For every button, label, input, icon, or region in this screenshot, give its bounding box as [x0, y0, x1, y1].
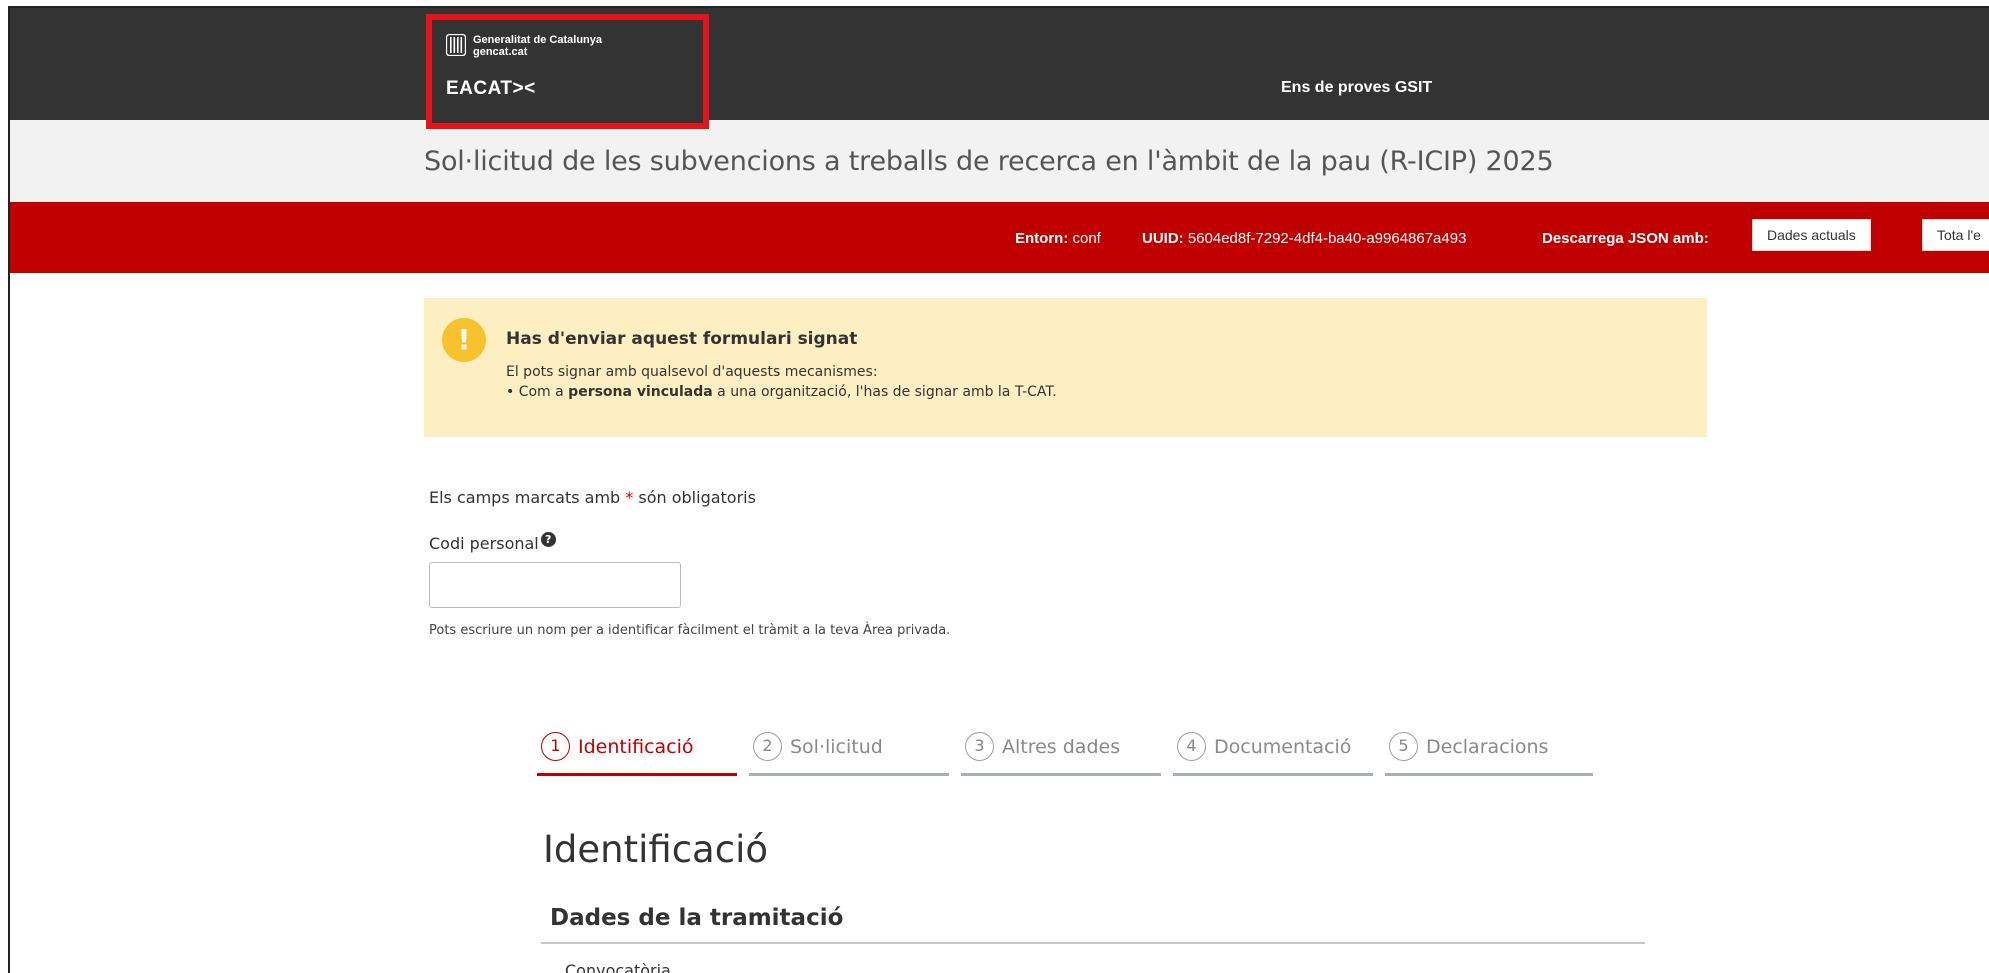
- stepper: 1 Identificació 2 Sol·licitud 3 Altres d…: [537, 720, 1595, 776]
- section-title: Identificació: [543, 828, 768, 871]
- entity-name: Ens de proves GSIT: [1281, 79, 1433, 96]
- gencat-logo[interactable]: Generalitat de Catalunya gencat.cat: [446, 34, 602, 58]
- step-number: 1: [541, 732, 570, 761]
- gencat-emblem-icon: [446, 34, 466, 56]
- step-number: 2: [753, 732, 782, 761]
- uuid-info: UUID: 5604ed8f-7292-4df4-ba40-a9964867a4…: [1142, 230, 1466, 247]
- eacat-logo[interactable]: EACAT><: [446, 78, 536, 100]
- page-title: Sol·licitud de les subvencions a treball…: [424, 146, 1554, 177]
- gencat-text: Generalitat de Catalunya gencat.cat: [473, 34, 602, 58]
- signature-alert: ! Has d'enviar aquest formulari signat E…: [424, 298, 1707, 437]
- personal-code-label: Codi personal?: [429, 532, 556, 553]
- convocatoria-label: Convocatòria: [565, 961, 671, 973]
- env-info: Entorn: conf: [1015, 230, 1101, 247]
- step-label: Documentació: [1214, 735, 1352, 758]
- step-identificacio[interactable]: 1 Identificació: [537, 720, 737, 776]
- logo-highlight-box: Generalitat de Catalunya gencat.cat EACA…: [426, 14, 709, 129]
- download-label: Descarrega JSON amb:: [1542, 230, 1709, 247]
- step-declaracions[interactable]: 5 Declaracions: [1385, 720, 1593, 776]
- help-icon[interactable]: ?: [540, 532, 556, 547]
- step-label: Sol·licitud: [790, 735, 883, 758]
- step-documentacio[interactable]: 4 Documentació: [1173, 720, 1373, 776]
- top-header: [10, 8, 1989, 120]
- step-label: Altres dades: [1002, 735, 1121, 758]
- org-line2: gencat.cat: [473, 46, 528, 58]
- subsection-divider: [541, 942, 1645, 944]
- step-number: 4: [1177, 732, 1206, 761]
- warning-icon: !: [442, 318, 486, 362]
- org-line1: Generalitat de Catalunya: [473, 34, 602, 46]
- required-fields-note: Els camps marcats amb * són obligatoris: [429, 488, 756, 507]
- subsection-title: Dades de la tramitació: [550, 905, 844, 931]
- step-label: Declaracions: [1426, 735, 1549, 758]
- download-all-data-button[interactable]: Tota l'e: [1922, 219, 1989, 251]
- uuid-label: UUID:: [1142, 230, 1184, 247]
- personal-code-input[interactable]: [429, 562, 681, 608]
- step-number: 5: [1389, 732, 1418, 761]
- env-value: conf: [1072, 230, 1101, 247]
- browser-viewport: Generalitat de Catalunya gencat.cat EACA…: [8, 6, 1989, 973]
- uuid-value: 5604ed8f-7292-4df4-ba40-a9964867a493: [1187, 230, 1467, 247]
- step-sollicitud[interactable]: 2 Sol·licitud: [749, 720, 949, 776]
- step-altres-dades[interactable]: 3 Altres dades: [961, 720, 1161, 776]
- step-label: Identificació: [578, 735, 694, 758]
- personal-code-hint: Pots escriure un nom per a identificar f…: [429, 623, 951, 638]
- download-current-data-button[interactable]: Dades actuals: [1752, 219, 1871, 251]
- alert-title: Has d'enviar aquest formulari signat: [506, 329, 858, 349]
- step-number: 3: [965, 732, 994, 761]
- alert-text: El pots signar amb qualsevol d'aquests m…: [506, 364, 878, 380]
- env-label: Entorn:: [1015, 230, 1069, 247]
- environment-bar: Entorn: conf UUID: 5604ed8f-7292-4df4-ba…: [10, 202, 1989, 273]
- alert-bullet: • Com a persona vinculada a una organitz…: [506, 384, 1057, 400]
